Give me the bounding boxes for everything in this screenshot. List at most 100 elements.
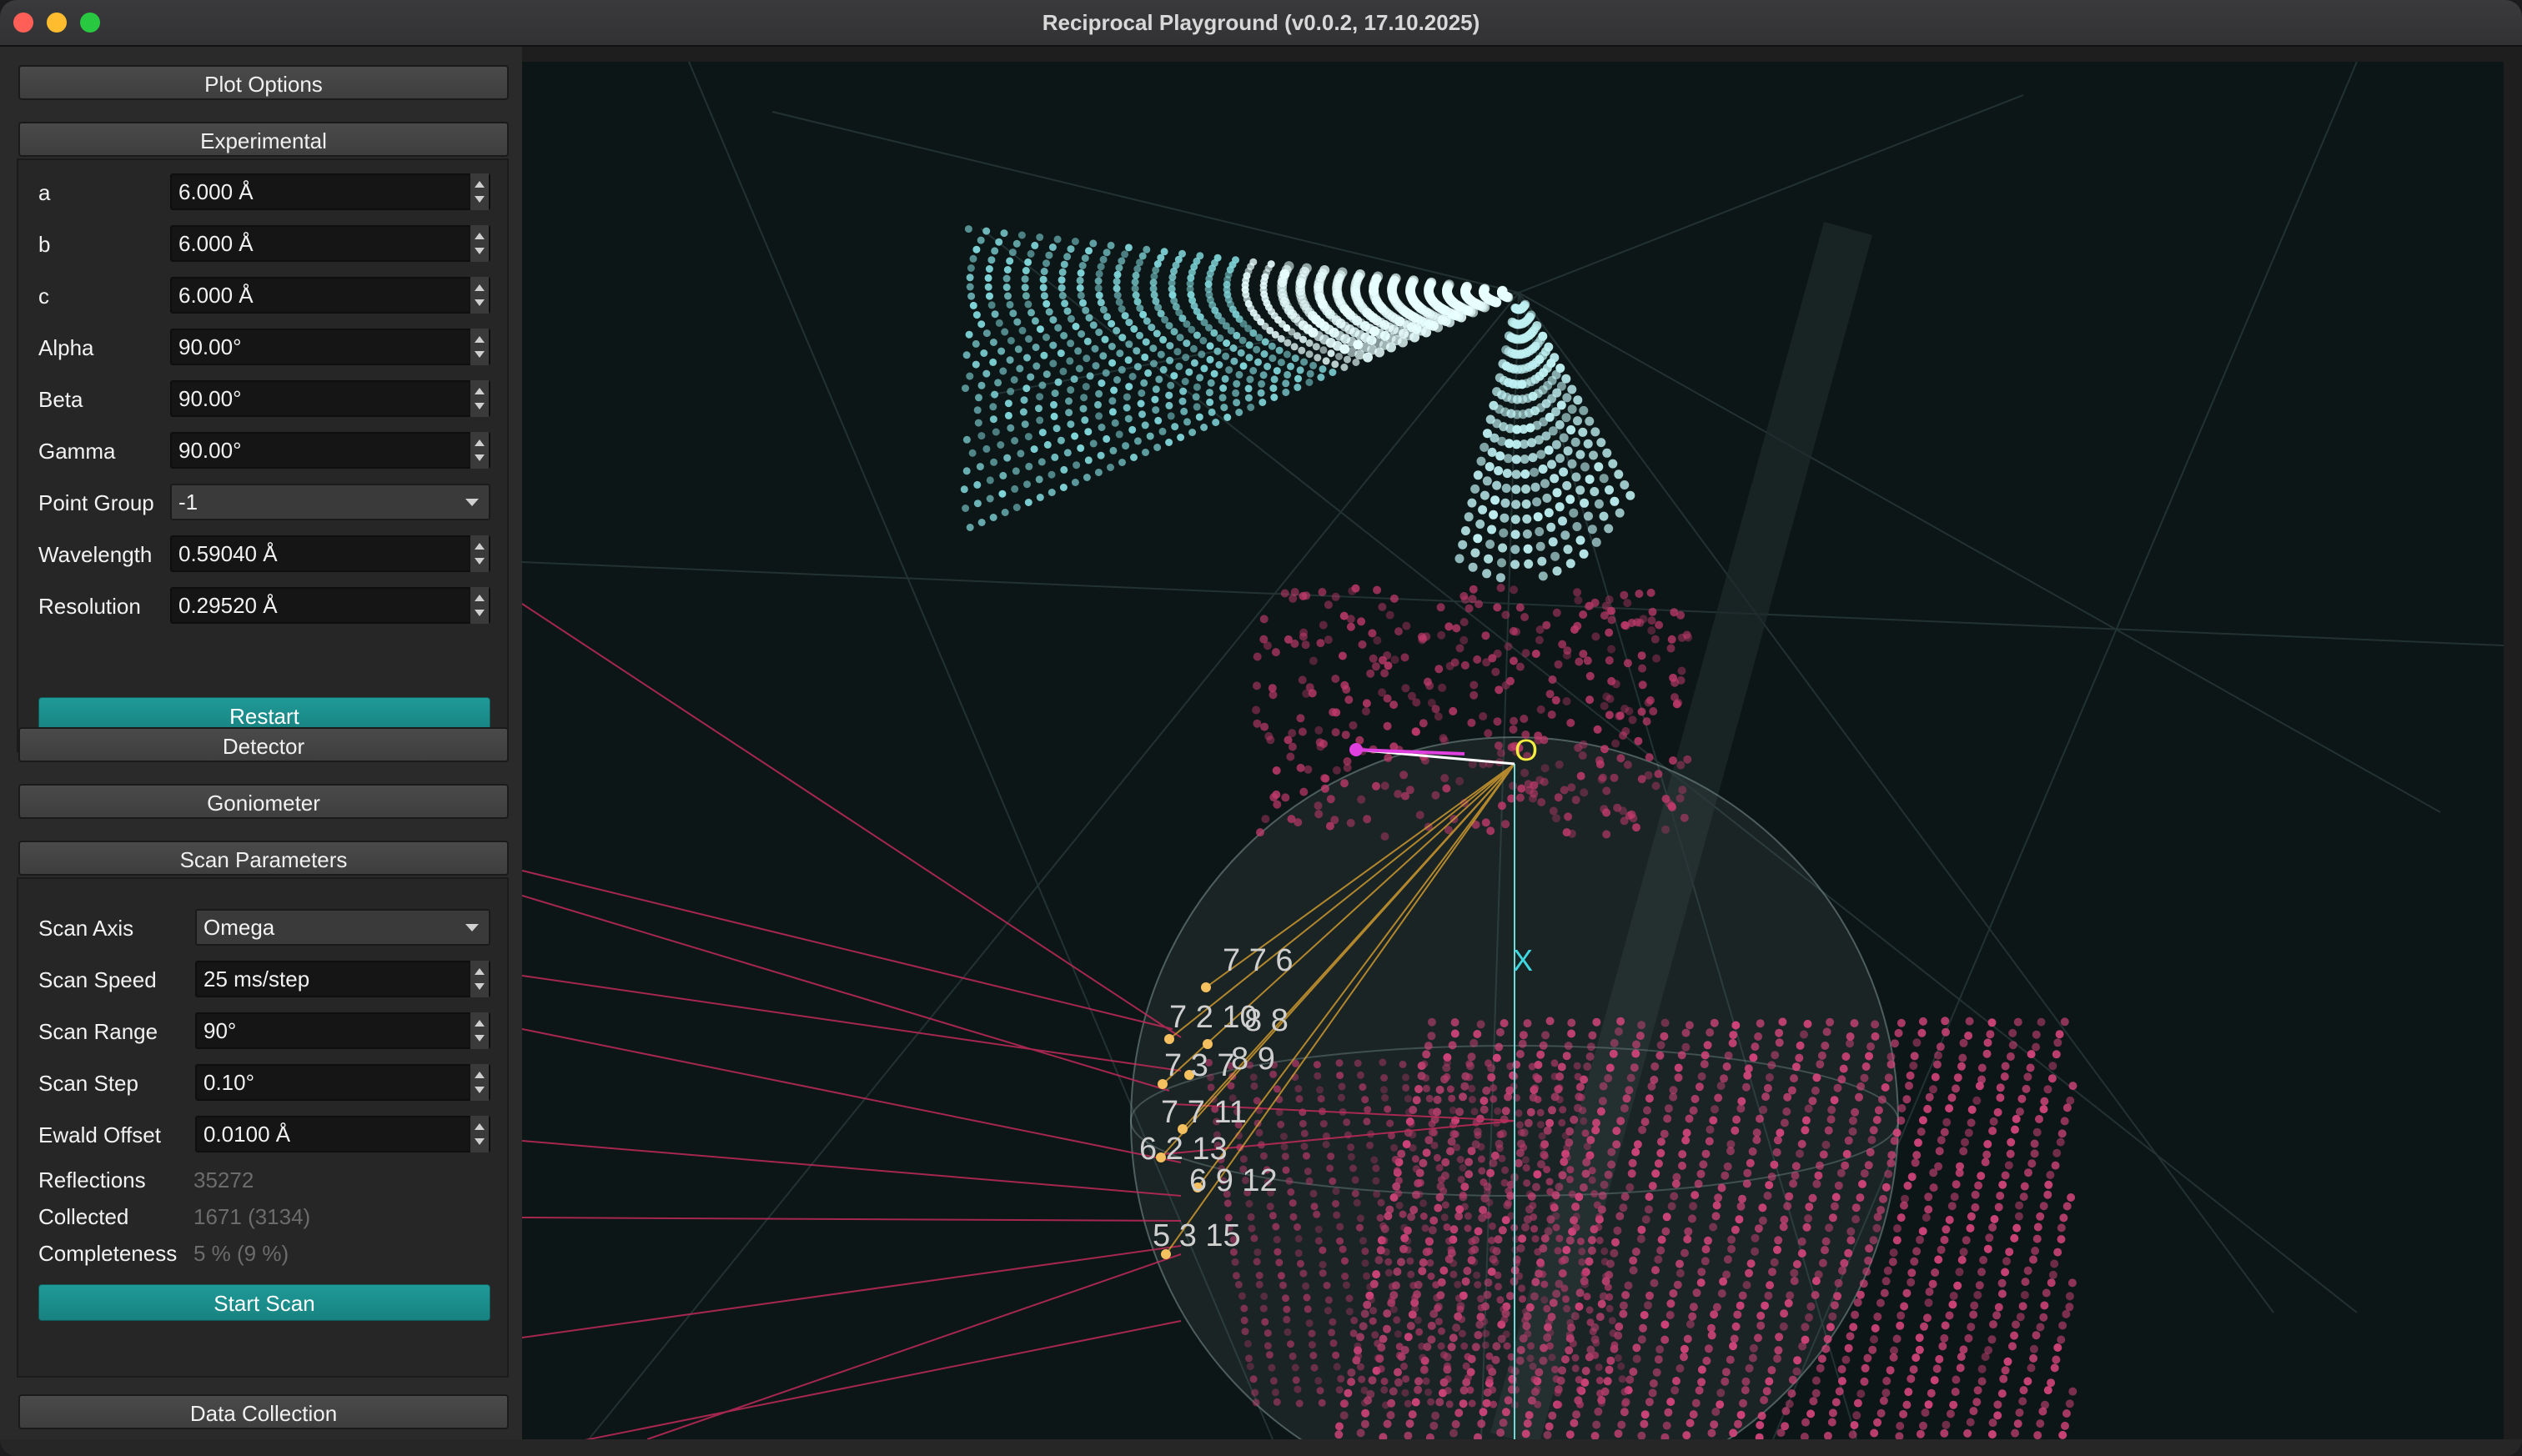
cyan-lattice-point (984, 274, 992, 282)
pink-lattice-point (1566, 718, 1575, 727)
cyan-lattice-point (986, 495, 994, 503)
alpha-field[interactable]: 90.00° (170, 329, 490, 365)
c-field[interactable]: 6.000 Å (170, 277, 490, 314)
pink-lattice-point (1516, 1121, 1524, 1129)
cyan-lattice-point (1319, 365, 1327, 374)
pink-lattice-point (2027, 1363, 2036, 1373)
gamma-stepper[interactable] (470, 432, 489, 469)
pink-lattice-point (1756, 1421, 1765, 1429)
gamma-field[interactable]: 90.00° (170, 432, 490, 469)
plot-options-header[interactable]: Plot Options (18, 65, 509, 100)
b-stepper[interactable] (470, 225, 489, 262)
scan-axis-select[interactable]: Omega (195, 909, 490, 946)
cyan-lattice-point (1239, 362, 1248, 370)
a-field[interactable]: 6.000 Å (170, 173, 490, 210)
wavelength-stepper[interactable] (470, 535, 489, 572)
ewald-offset-field[interactable]: 0.0100 Å (195, 1116, 490, 1152)
pink-lattice-point (1587, 1246, 1596, 1255)
point-group-select[interactable]: -1 (170, 484, 490, 520)
cyan-lattice-point (1544, 445, 1554, 455)
reciprocal-space-viewport[interactable]: O X 7 7 6 7 2 10 8 8 7 3 7 8 9 7 7 11 6 … (522, 62, 2504, 1439)
pink-lattice-point (1308, 689, 1317, 698)
cyan-lattice-point (1063, 449, 1072, 457)
pink-lattice-point (1974, 1181, 1983, 1190)
cyan-lattice-point (975, 394, 982, 402)
scan-range-stepper[interactable] (470, 1012, 489, 1049)
b-field[interactable]: 6.000 Å (170, 225, 490, 262)
pink-lattice-point (1271, 648, 1280, 657)
pink-lattice-point (1721, 1368, 1731, 1377)
pink-lattice-point (1851, 1215, 1861, 1224)
pink-lattice-point (1947, 1202, 1957, 1211)
pink-lattice-point (1972, 1096, 1982, 1105)
pink-lattice-point (2058, 1430, 2067, 1439)
goniometer-header[interactable]: Goniometer (18, 784, 509, 819)
pink-lattice-point (1411, 1304, 1419, 1313)
cyan-lattice-point (1277, 359, 1285, 367)
scan-step-stepper[interactable] (470, 1064, 489, 1101)
pink-lattice-point (1630, 1063, 1639, 1072)
alpha-stepper[interactable] (470, 329, 489, 365)
pink-lattice-point (1576, 1386, 1584, 1394)
scan-step-field[interactable]: 0.10° (195, 1064, 490, 1101)
pink-lattice-point (1745, 1363, 1754, 1373)
pink-lattice-point (1655, 620, 1664, 630)
pink-lattice-point (1356, 1428, 1365, 1438)
a-stepper[interactable] (470, 173, 489, 210)
title-bar[interactable]: Reciprocal Playground (v0.0.2, 17.10.202… (0, 0, 2522, 47)
wavelength-field[interactable]: 0.59040 Å (170, 535, 490, 572)
cyan-lattice-point (1492, 480, 1502, 490)
pink-lattice-point (1359, 1237, 1367, 1245)
c-stepper[interactable] (470, 277, 489, 314)
pink-lattice-point (2065, 1303, 2074, 1312)
cyan-lattice-point (1523, 544, 1533, 554)
resolution-stepper[interactable] (470, 587, 489, 624)
pink-lattice-point (1871, 1020, 1880, 1029)
cyan-lattice-point (1390, 273, 1401, 284)
cyan-lattice-point (1551, 439, 1561, 449)
pink-lattice-point (1283, 1305, 1291, 1313)
detector-header[interactable]: Detector (18, 727, 509, 762)
pink-lattice-point (1618, 1375, 1626, 1383)
pink-lattice-point (1434, 1203, 1443, 1212)
beta-field[interactable]: 90.00° (170, 380, 490, 417)
lattice-canvas[interactable]: O X 7 7 6 7 2 10 8 8 7 3 7 8 9 7 7 11 6 … (522, 62, 2504, 1439)
pink-lattice-point (1600, 1247, 1609, 1255)
scan-speed-field[interactable]: 25 ms/step (195, 961, 490, 997)
pink-lattice-point (1695, 1082, 1704, 1092)
pink-lattice-point (1955, 1168, 1964, 1177)
point-group-label: Point Group (38, 490, 154, 515)
pink-lattice-point (1422, 1074, 1429, 1082)
pink-lattice-point (1712, 1201, 1721, 1210)
experimental-header[interactable]: Experimental (18, 122, 509, 157)
scan-speed-stepper[interactable] (470, 961, 489, 997)
pink-lattice-point (1384, 1105, 1392, 1113)
pink-lattice-point (1940, 1127, 1949, 1137)
scan-range-field[interactable]: 90° (195, 1012, 490, 1049)
pink-lattice-point (1729, 1031, 1738, 1040)
cyan-lattice-point (1245, 341, 1253, 349)
resolution-field[interactable]: 0.29520 Å (170, 587, 490, 624)
pink-lattice-point (1458, 1315, 1466, 1323)
cyan-lattice-point (982, 444, 991, 453)
pink-lattice-point (1993, 1411, 2002, 1420)
scan-parameters-header[interactable]: Scan Parameters (18, 841, 509, 876)
data-collection-header[interactable]: Data Collection (18, 1394, 509, 1429)
ewald-offset-stepper[interactable] (470, 1116, 489, 1152)
pink-lattice-point (1739, 1398, 1747, 1408)
cyan-lattice-point (960, 485, 968, 494)
pink-lattice-point (1449, 706, 1458, 715)
start-scan-button[interactable]: Start Scan (38, 1284, 490, 1321)
cyan-lattice-point (1296, 366, 1304, 374)
pink-lattice-point (1232, 1272, 1240, 1280)
pink-lattice-point (1336, 1237, 1344, 1245)
pink-lattice-point (1685, 1021, 1694, 1030)
cyan-lattice-point (1124, 414, 1133, 423)
pink-lattice-point (1590, 1190, 1599, 1197)
pink-lattice-point (1942, 1027, 1950, 1037)
pink-lattice-point (2027, 1159, 2037, 1168)
pink-lattice-point (1599, 1082, 1608, 1091)
pink-lattice-point (1629, 1368, 1638, 1376)
beta-stepper[interactable] (470, 380, 489, 417)
pink-lattice-point (1660, 1129, 1669, 1138)
